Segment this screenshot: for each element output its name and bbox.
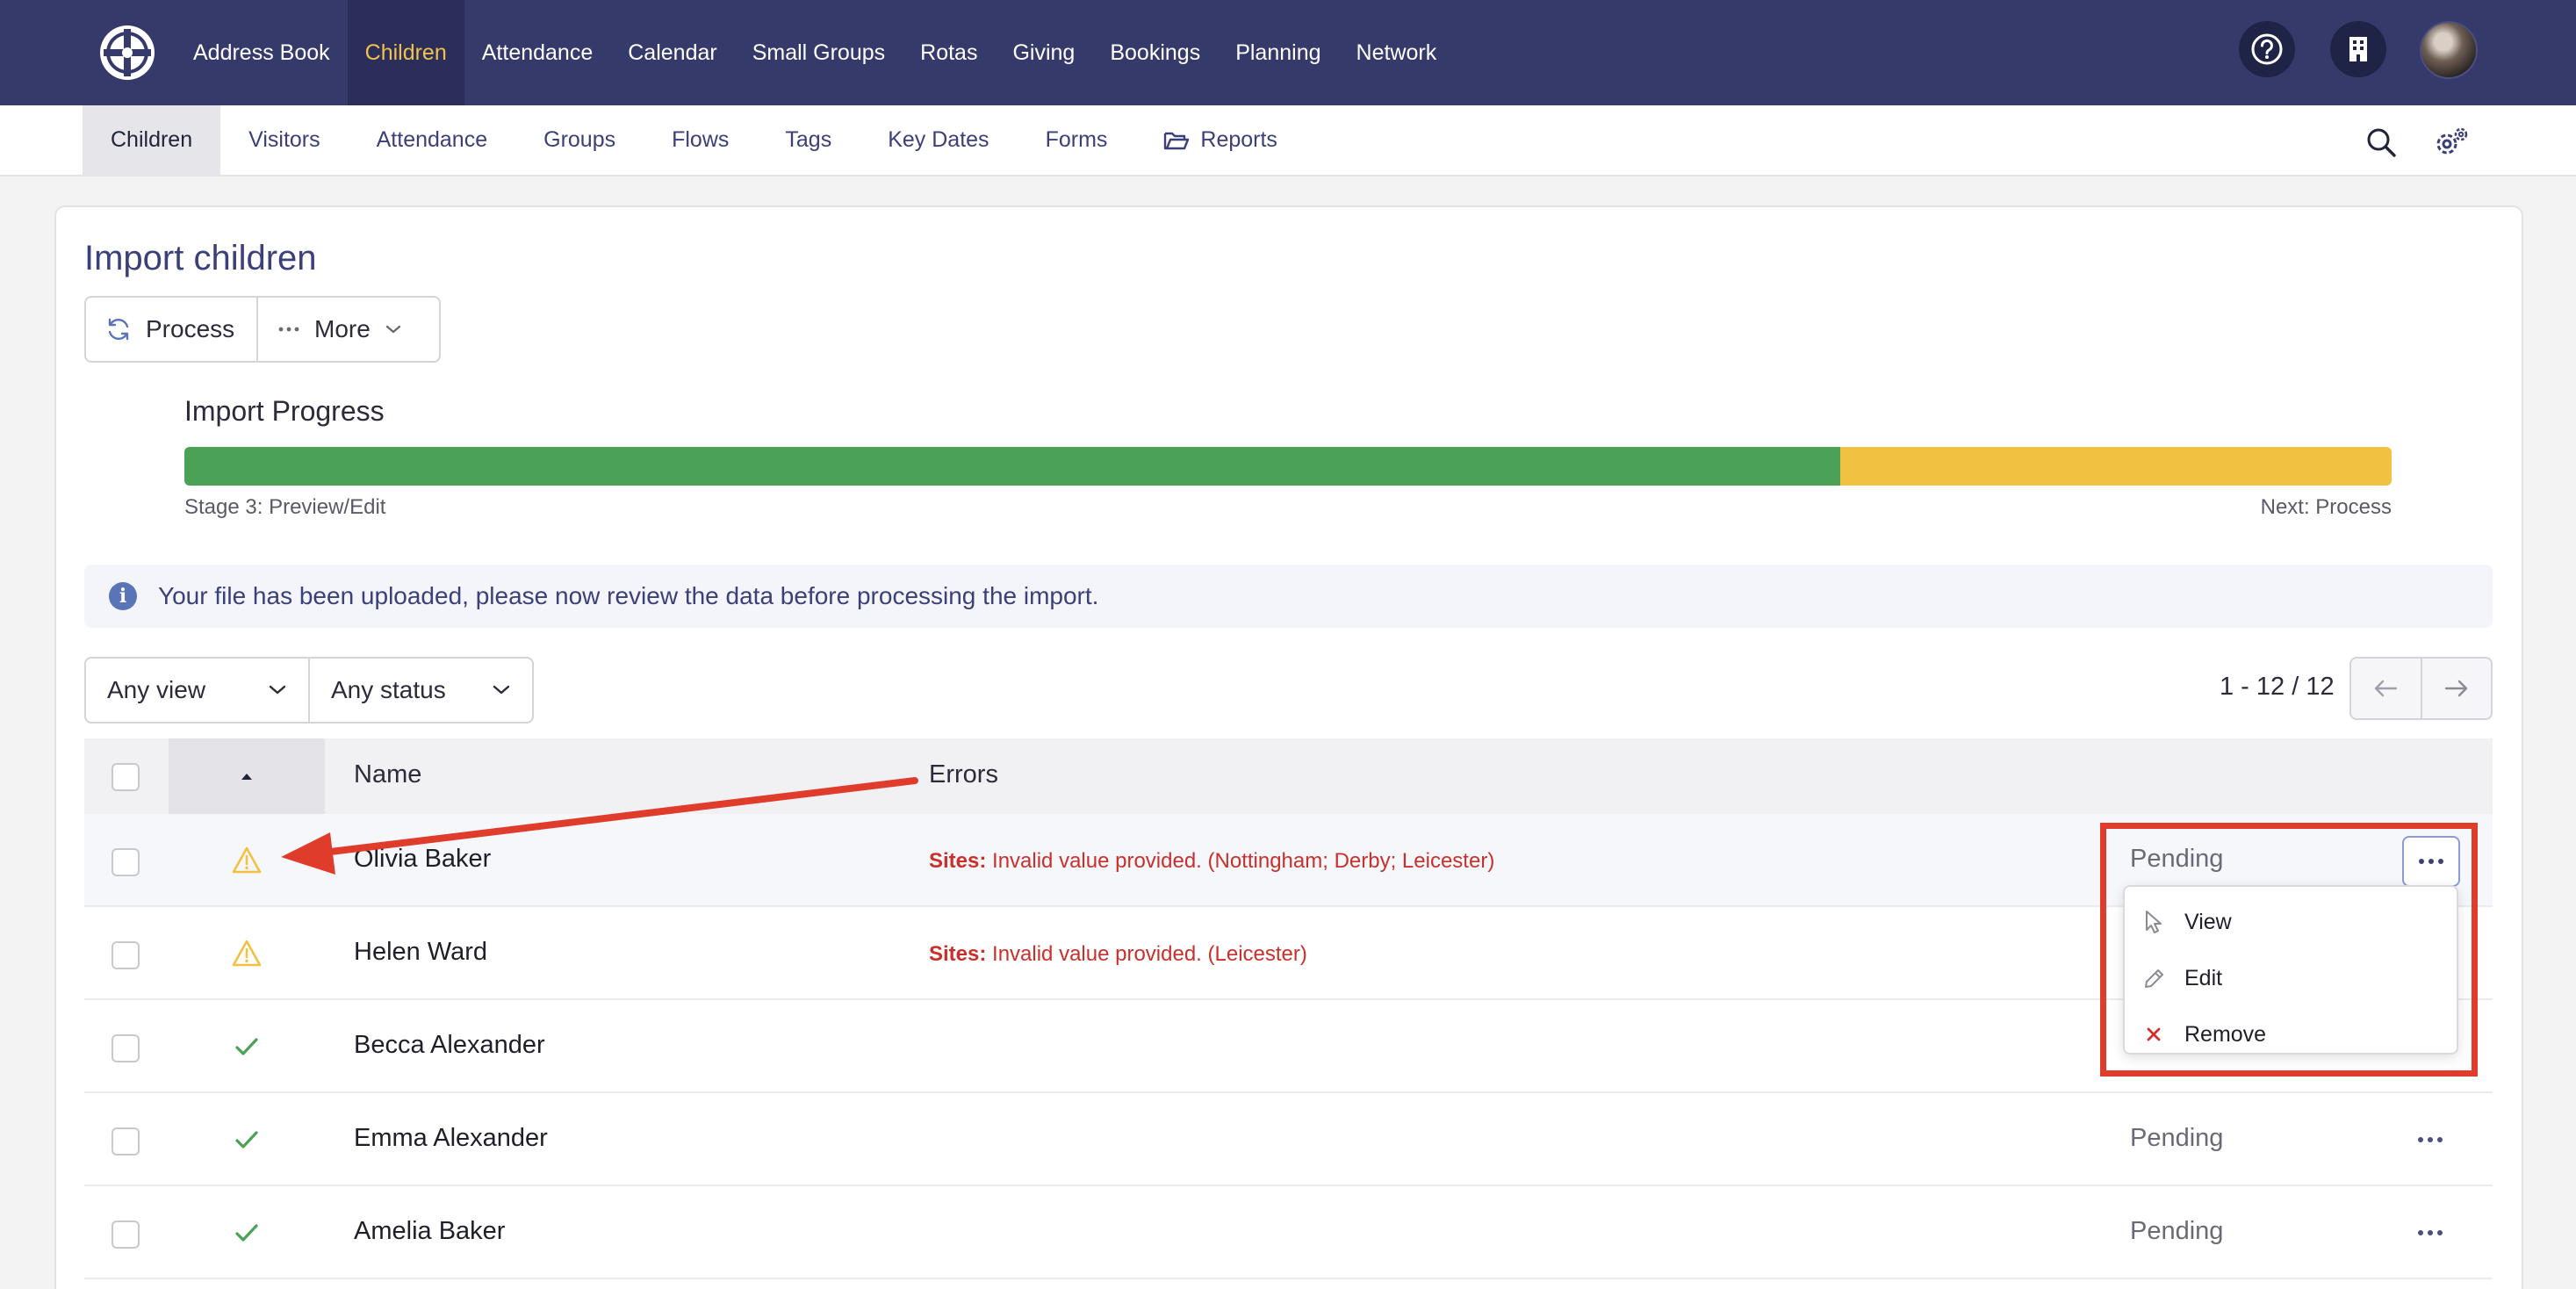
progress-next-step: Next: Process (2260, 495, 2392, 519)
row-name: Olivia Baker (354, 845, 492, 873)
row-checkbox[interactable] (112, 1034, 140, 1062)
top-navigation-bar: Address Book Children Attendance Calenda… (0, 0, 2576, 105)
progress-fill (184, 447, 1840, 486)
row-status: Pending (2130, 1217, 2224, 1245)
chevron-down-icon (493, 685, 510, 695)
section-nav: Children Visitors Attendance Groups Flow… (83, 105, 1306, 175)
subnav-item-groups[interactable]: Groups (515, 105, 644, 175)
app-logo-icon[interactable] (98, 24, 156, 82)
sub-navigation-bar: Children Visitors Attendance Groups Flow… (0, 105, 2576, 176)
topnav-item-attendance[interactable]: Attendance (464, 0, 611, 105)
filter-group: Any view Any status (84, 657, 534, 724)
view-select[interactable]: Any view (86, 659, 310, 722)
next-page-button[interactable] (2420, 659, 2492, 718)
status-select-value: Any status (331, 676, 446, 703)
topnav-item-address-book[interactable]: Address Book (176, 0, 348, 105)
pagination-count: 1 - 12 / 12 (2220, 673, 2335, 702)
select-all-checkbox[interactable] (112, 763, 140, 791)
pagination-buttons (2349, 657, 2493, 720)
organisation-button[interactable] (2330, 21, 2386, 77)
status-sort-column[interactable] (169, 738, 325, 814)
sort-ascending-icon (241, 774, 252, 780)
row-actions-button[interactable] (2409, 1221, 2451, 1244)
annotation-highlight-box (2100, 823, 2478, 1077)
topnav-item-bookings[interactable]: Bookings (1092, 0, 1218, 105)
folder-open-icon (1164, 132, 1190, 149)
row-error: Sites: Invalid value provided. (Leiceste… (929, 942, 1307, 967)
subnav-item-reports-label: Reports (1200, 127, 1277, 152)
check-icon (235, 1038, 258, 1055)
topnav-item-network[interactable]: Network (1339, 0, 1455, 105)
row-error-label: Sites: (929, 849, 987, 873)
status-select[interactable]: Any status (310, 659, 532, 722)
previous-page-button[interactable] (2351, 659, 2421, 718)
process-button[interactable]: Process (86, 298, 256, 361)
check-icon (235, 1131, 258, 1149)
row-checkbox[interactable] (112, 1221, 140, 1249)
chevron-down-icon (385, 325, 400, 334)
subnav-item-attendance[interactable]: Attendance (349, 105, 516, 175)
settings-button[interactable] (2432, 123, 2471, 162)
subnav-item-visitors[interactable]: Visitors (220, 105, 349, 175)
pagination-total: / 12 (2285, 673, 2335, 701)
warning-icon (232, 846, 262, 874)
topnav-item-children[interactable]: Children (347, 0, 464, 105)
avatar[interactable] (2420, 21, 2478, 79)
ellipsis-icon (278, 327, 299, 332)
row-name: Amelia Baker (354, 1217, 506, 1245)
main-nav: Address Book Children Attendance Calenda… (176, 0, 1454, 105)
row-checkbox[interactable] (112, 941, 140, 969)
column-header-errors: Errors (929, 760, 998, 789)
subnav-item-tags[interactable]: Tags (757, 105, 860, 175)
row-error-text: Invalid value provided. (Leicester) (992, 942, 1307, 966)
warning-icon (232, 940, 262, 967)
column-header-name[interactable]: Name (354, 760, 421, 789)
subnav-item-flows[interactable]: Flows (644, 105, 757, 175)
row-actions-button[interactable] (2409, 1128, 2451, 1151)
view-select-value: Any view (107, 676, 206, 703)
process-button-label: Process (146, 315, 235, 342)
arrow-right-icon (2444, 680, 2467, 697)
row-error: Sites: Invalid value provided. (Nottingh… (929, 849, 1494, 874)
topnav-item-small-groups[interactable]: Small Groups (735, 0, 903, 105)
search-button[interactable] (2362, 123, 2400, 162)
subnav-item-reports[interactable]: Reports (1135, 105, 1306, 175)
row-name: Helen Ward (354, 938, 488, 966)
search-icon (2367, 128, 2396, 157)
pagination-range: 1 - 12 (2220, 673, 2285, 701)
row-error-text: Invalid value provided. (Nottingham; Der… (992, 849, 1495, 873)
help-button[interactable] (2239, 21, 2295, 77)
info-message: Your file has been uploaded, please now … (158, 582, 1099, 609)
gear-icon (2436, 127, 2468, 155)
row-name: Emma Alexander (354, 1124, 548, 1152)
topnav-item-giving[interactable]: Giving (995, 0, 1092, 105)
building-icon (2349, 37, 2367, 61)
table-header (84, 738, 2493, 814)
topnav-item-rotas[interactable]: Rotas (903, 0, 995, 105)
row-name: Becca Alexander (354, 1031, 545, 1059)
row-status: Pending (2130, 1124, 2224, 1152)
info-icon: i (109, 582, 137, 610)
check-icon (235, 1224, 258, 1242)
import-progress-bar (184, 447, 2392, 486)
more-button-label: More (314, 315, 371, 342)
more-button[interactable]: More (256, 298, 421, 361)
chevron-down-icon (269, 685, 286, 695)
row-error-label: Sites: (929, 942, 987, 966)
topnav-item-planning[interactable]: Planning (1218, 0, 1338, 105)
subnav-item-forms[interactable]: Forms (1018, 105, 1136, 175)
subnav-item-key-dates[interactable]: Key Dates (860, 105, 1017, 175)
info-banner: i Your file has been uploaded, please no… (84, 565, 2493, 628)
progress-label: Import Progress (184, 395, 385, 427)
refresh-icon (108, 318, 129, 341)
action-button-group: Process More (84, 296, 441, 363)
question-circle-icon (2251, 33, 2283, 65)
page-title: Import children (84, 239, 317, 277)
subnav-item-children[interactable]: Children (83, 105, 221, 175)
arrow-left-icon (2375, 680, 2398, 697)
topnav-item-calendar[interactable]: Calendar (610, 0, 734, 105)
row-checkbox[interactable] (112, 848, 140, 876)
row-checkbox[interactable] (112, 1127, 140, 1156)
progress-stage: Stage 3: Preview/Edit (184, 495, 386, 519)
